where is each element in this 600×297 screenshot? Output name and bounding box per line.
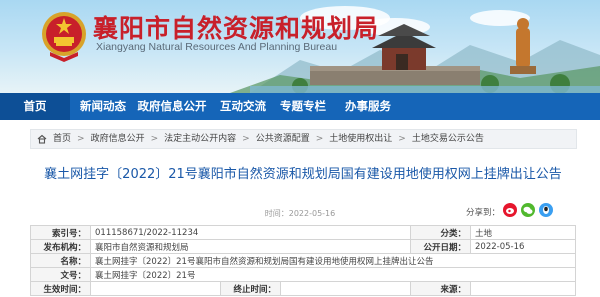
breadcrumb-statutory[interactable]: 法定主动公开内容 [164, 130, 236, 148]
nav-item-gov-info[interactable]: 政府信息公开 [136, 93, 208, 120]
name-value: 襄土网挂字〔2022〕21号襄阳市自然资源和规划局国有建设用地使用权网上挂牌出让… [90, 253, 576, 268]
expire-date-value [280, 281, 411, 296]
breadcrumb-home[interactable]: 首页 [53, 130, 71, 148]
effective-date-label: 生效时间： [30, 281, 91, 296]
site-banner: 襄阳市自然资源和规划局 Xiangyang Natural Resources … [0, 0, 600, 93]
table-row: 发布机构： 襄阳市自然资源和规划局 公开日期： 2022-05-16 [30, 239, 576, 254]
breadcrumb-land-trade-notice[interactable]: 土地交易公示公告 [412, 130, 484, 148]
breadcrumb-separator: > [398, 134, 406, 144]
publisher-label: 发布机构： [30, 239, 91, 254]
breadcrumb-separator: > [242, 134, 250, 144]
breadcrumb-gov-info[interactable]: 政府信息公开 [91, 130, 145, 148]
table-row: 文号： 襄土网挂字〔2022〕21号 [30, 267, 576, 282]
site-subtitle: Xiangyang Natural Resources And Planning… [96, 41, 338, 53]
wechat-share-icon[interactable] [521, 203, 535, 217]
doc-number-label: 文号： [30, 267, 91, 282]
effective-date-value [90, 281, 221, 296]
source-value [470, 281, 576, 296]
site-title: 襄阳市自然资源和规划局 [93, 14, 380, 43]
breadcrumb: 首页 > 政府信息公开 > 法定主动公开内容 > 公共资源配置 > 土地使用权出让 > 土地交易公示… [30, 129, 577, 149]
table-row: 索引号： 011158671/2022-11234 分类： 土地 [30, 225, 576, 240]
category-label: 分类： [410, 225, 471, 240]
national-emblem-icon [42, 12, 86, 62]
publisher-value: 襄阳市自然资源和规划局 [90, 239, 411, 254]
index-number-value: 011158671/2022-11234 [90, 225, 411, 240]
breadcrumb-land-transfer[interactable]: 土地使用权出让 [329, 130, 392, 148]
doc-number-value: 襄土网挂字〔2022〕21号 [90, 267, 576, 282]
pub-date-value: 2022-05-16 [470, 239, 576, 254]
category-value: 土地 [470, 225, 576, 240]
breadcrumb-separator: > [77, 134, 85, 144]
pub-date-label: 公开日期： [410, 239, 471, 254]
source-label: 来源： [410, 281, 471, 296]
name-label: 名称： [30, 253, 91, 268]
table-row: 名称： 襄土网挂字〔2022〕21号襄阳市自然资源和规划局国有建设用地使用权网上… [30, 253, 576, 268]
document-info-table: 索引号： 011158671/2022-11234 分类： 土地 发布机构： 襄… [30, 225, 576, 296]
article-title: 襄土网挂字〔2022〕21号襄阳市自然资源和规划局国有建设用地使用权网上挂牌出让… [44, 167, 562, 182]
breadcrumb-separator: > [315, 134, 324, 144]
breadcrumb-public-resources[interactable]: 公共资源配置 [256, 130, 310, 148]
table-row: 生效时间： 终止时间： 来源： [30, 281, 576, 296]
nav-item-news[interactable]: 新闻动态 [80, 93, 126, 120]
nav-item-services[interactable]: 办事服务 [345, 93, 391, 120]
nav-item-topics[interactable]: 专题专栏 [280, 93, 326, 120]
main-nav: 首页 新闻动态 政府信息公开 互动交流 专题专栏 办事服务 [0, 93, 600, 120]
share-label: 分享到： [466, 208, 501, 218]
breadcrumb-separator: > [150, 134, 159, 144]
expire-date-label: 终止时间： [220, 281, 281, 296]
nav-item-interaction[interactable]: 互动交流 [220, 93, 266, 120]
nav-item-home[interactable]: 首页 [0, 93, 70, 120]
home-icon [37, 134, 47, 144]
index-number-label: 索引号： [30, 225, 91, 240]
weibo-share-icon[interactable] [503, 203, 517, 217]
qq-share-icon[interactable] [539, 203, 553, 217]
